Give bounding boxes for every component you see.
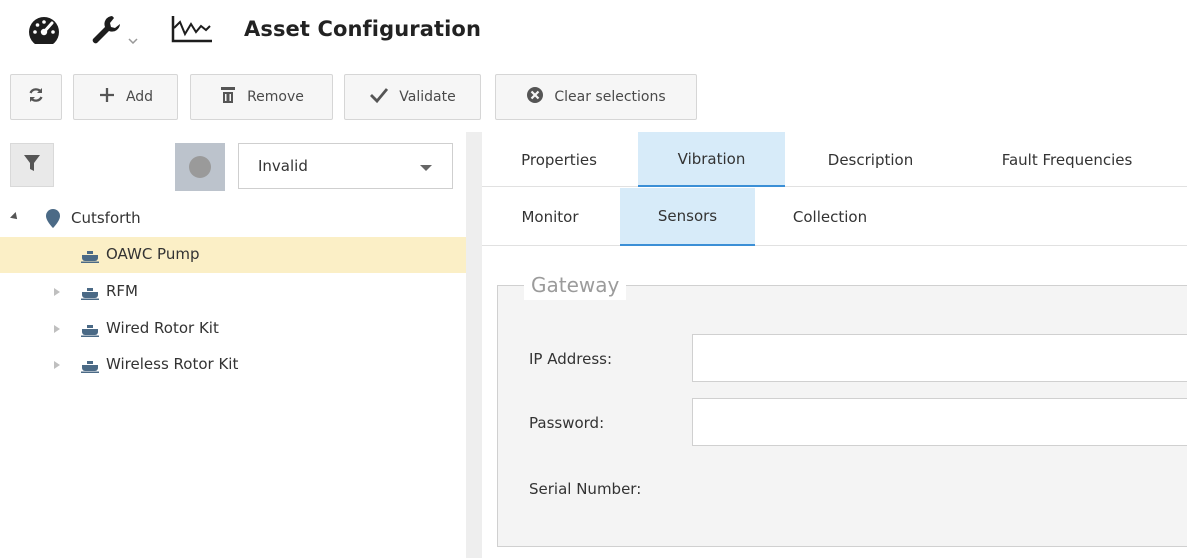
collapse-arrow-icon[interactable] (10, 212, 20, 222)
refresh-button[interactable] (10, 74, 62, 120)
trend-chart-icon[interactable] (170, 14, 214, 48)
expand-arrow-icon[interactable] (54, 288, 60, 296)
remove-label: Remove (247, 89, 304, 105)
tab-fault-frequencies[interactable]: Fault Frequencies (967, 132, 1167, 187)
plus-icon (98, 86, 116, 108)
filter-button[interactable] (10, 143, 54, 187)
pump-icon (81, 249, 99, 267)
clear-selections-label: Clear selections (554, 89, 666, 105)
ip-address-label: IP Address: (529, 350, 613, 368)
trash-icon (219, 86, 237, 108)
tab-sensors[interactable]: Sensors (620, 188, 755, 246)
tab-label: Properties (521, 150, 597, 169)
tab-label: Monitor (521, 208, 579, 226)
tree-item-label: Wired Rotor Kit (106, 319, 219, 337)
status-dot-icon (189, 156, 211, 178)
add-button[interactable]: Add (73, 74, 178, 120)
pump-icon (81, 286, 99, 304)
validate-button[interactable]: Validate (344, 74, 481, 120)
password-input[interactable] (692, 398, 1187, 446)
location-pin-icon (46, 209, 60, 232)
tree-item-label: RFM (106, 282, 138, 300)
tree-root-cutsforth[interactable]: Cutsforth (0, 201, 466, 237)
secondary-tab-strip: Monitor Sensors Collection (482, 188, 1187, 246)
password-label: Password: (529, 414, 605, 432)
pump-icon (81, 359, 99, 377)
gateway-legend: Gateway (524, 270, 627, 300)
tab-label: Sensors (657, 207, 718, 225)
validate-label: Validate (399, 89, 456, 105)
panel-splitter[interactable] (466, 132, 482, 558)
wrench-icon[interactable] (90, 14, 124, 50)
ip-address-input[interactable] (692, 334, 1187, 382)
pump-icon (81, 323, 99, 341)
dropdown-caret-icon (420, 165, 432, 171)
tab-label: Collection (792, 208, 868, 226)
tab-description[interactable]: Description (802, 132, 939, 187)
tab-monitor[interactable]: Monitor (496, 188, 604, 246)
dashboard-gauge-icon[interactable] (26, 14, 62, 48)
tree-item-wireless-rotor-kit[interactable]: Wireless Rotor Kit (0, 347, 466, 383)
remove-button[interactable]: Remove (190, 74, 333, 120)
primary-tab-strip: Properties Vibration Description Fault F… (482, 132, 1187, 187)
tab-collection[interactable]: Collection (770, 188, 890, 246)
page-title: Asset Configuration (244, 17, 481, 41)
chevron-down-icon[interactable] (128, 30, 138, 48)
clear-selections-button[interactable]: Clear selections (495, 74, 697, 120)
tree-item-oawc-pump[interactable]: OAWC Pump (0, 237, 466, 273)
tree-root-label: Cutsforth (71, 209, 141, 227)
add-label: Add (125, 89, 154, 105)
clear-circle-icon (526, 86, 544, 108)
filter-icon (23, 153, 41, 177)
refresh-icon (27, 86, 45, 108)
tab-vibration[interactable]: Vibration (638, 132, 785, 187)
serial-number-label: Serial Number: (529, 480, 642, 498)
tree-item-label: OAWC Pump (106, 245, 200, 263)
tab-label: Description (827, 150, 914, 169)
tree-item-label: Wireless Rotor Kit (106, 355, 239, 373)
status-indicator-button[interactable] (175, 143, 225, 191)
tab-label: Fault Frequencies (1001, 150, 1133, 169)
expand-arrow-icon[interactable] (54, 361, 60, 369)
status-filter-select[interactable]: Invalid (238, 143, 453, 189)
tree-item-rfm[interactable]: RFM (0, 274, 466, 310)
checkmark-icon (369, 86, 389, 108)
tab-label: Vibration (677, 149, 746, 168)
tab-properties[interactable]: Properties (500, 132, 618, 187)
expand-arrow-icon[interactable] (54, 325, 60, 333)
app-header: Asset Configuration (0, 0, 1187, 66)
tree-item-wired-rotor-kit[interactable]: Wired Rotor Kit (0, 311, 466, 347)
status-filter-value: Invalid (258, 157, 308, 175)
